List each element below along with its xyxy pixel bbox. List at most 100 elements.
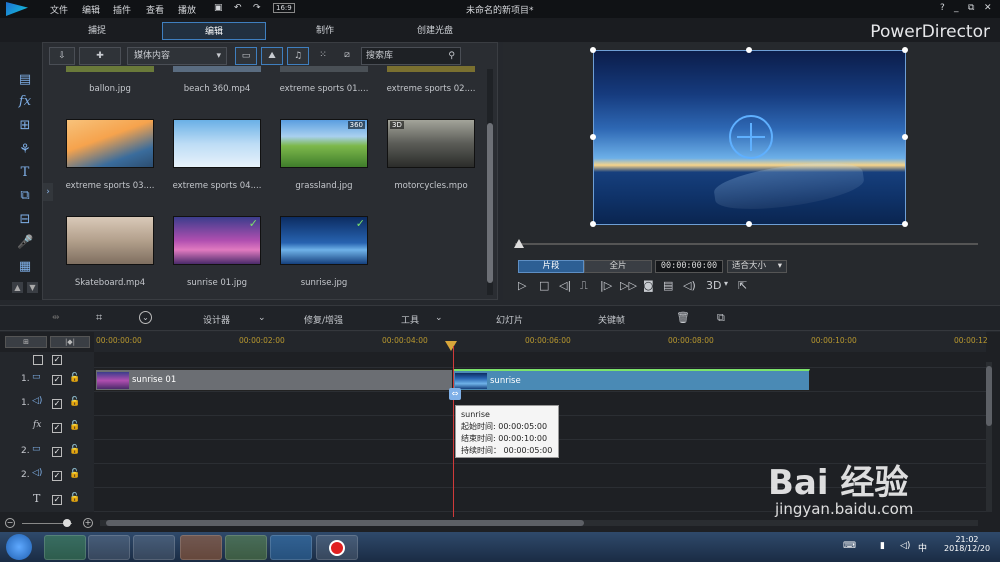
- thumb-grassland[interactable]: 360: [280, 119, 368, 168]
- timeline-hscroll[interactable]: [100, 520, 978, 526]
- minimize-button[interactable]: _: [954, 3, 959, 13]
- volume-tray-icon[interactable]: ◁): [900, 541, 910, 551]
- voiceover-room-icon[interactable]: 🎤: [17, 235, 33, 251]
- thumb-motorcycles[interactable]: 3D: [387, 119, 475, 168]
- track-select-checkbox[interactable]: [33, 355, 43, 365]
- rail-down-icon[interactable]: ▼: [27, 282, 38, 293]
- snapshot-icon[interactable]: ◙: [643, 279, 654, 292]
- taskbar-app-icon[interactable]: [225, 535, 267, 560]
- media-room-icon[interactable]: ▤: [17, 72, 33, 88]
- chevron-down-icon[interactable]: ▾: [724, 279, 728, 288]
- time-ruler[interactable]: 00:00:00:00 00:00:02:00 00:00:04:00 00:0…: [94, 332, 988, 352]
- thumb-skateboard[interactable]: [66, 216, 154, 265]
- 3d-toggle[interactable]: 3D: [706, 279, 721, 292]
- resize-handle-tl[interactable]: [590, 47, 596, 53]
- fx-room-icon[interactable]: fx: [17, 94, 33, 110]
- track-enable-checkbox[interactable]: ✓: [52, 471, 62, 481]
- volume-icon[interactable]: ◁): [683, 279, 696, 292]
- save-icon[interactable]: ▣: [214, 3, 223, 13]
- resize-handle-br[interactable]: [902, 221, 908, 227]
- input-method-icon[interactable]: 中: [918, 541, 927, 554]
- chevron-down-icon[interactable]: ⌄: [258, 313, 266, 323]
- track-enable-checkbox[interactable]: ✓: [52, 355, 62, 365]
- preview-video[interactable]: [593, 50, 906, 225]
- more-features-icon[interactable]: ⧉: [717, 311, 725, 325]
- chevron-down-icon[interactable]: ⌄: [435, 313, 443, 323]
- next-frame-icon[interactable]: |▷: [600, 279, 612, 292]
- taskbar-firefox-icon[interactable]: [180, 535, 222, 560]
- thumb-extreme-02[interactable]: [387, 66, 475, 72]
- lock-icon[interactable]: 🔓: [69, 373, 80, 383]
- lock-icon[interactable]: 🔓: [69, 445, 80, 455]
- tab-capture[interactable]: 捕捉: [62, 22, 132, 40]
- designer-menu[interactable]: 设计器: [203, 313, 230, 326]
- video-filter-icon[interactable]: ▭: [235, 47, 257, 65]
- tools-menu[interactable]: 工具: [401, 313, 419, 326]
- undo-icon[interactable]: ↶: [234, 3, 242, 13]
- redo-icon[interactable]: ↷: [253, 3, 261, 13]
- plugin-icon[interactable]: ✚: [79, 47, 121, 65]
- playhead-icon[interactable]: [445, 341, 457, 351]
- image-filter-icon[interactable]: ⛰: [261, 47, 283, 65]
- track-manager-icon[interactable]: ⊞: [5, 336, 47, 348]
- resize-handle-b[interactable]: [746, 221, 752, 227]
- fast-forward-icon[interactable]: ▷▷: [620, 279, 637, 292]
- subtitle-icon[interactable]: ▤: [663, 279, 673, 292]
- chapter-room-icon[interactable]: ▦: [17, 259, 33, 275]
- chevron-circle-icon[interactable]: ⌄: [139, 311, 152, 324]
- timeline-vscroll[interactable]: [986, 362, 992, 512]
- lock-icon[interactable]: 🔓: [69, 397, 80, 407]
- taskbar-360-icon[interactable]: [44, 535, 86, 560]
- zoom-slider-thumb[interactable]: [63, 519, 71, 527]
- thumb-beach-360[interactable]: [173, 66, 261, 72]
- play-icon[interactable]: ▷: [518, 279, 526, 292]
- thumb-sunrise-01[interactable]: ✓: [173, 216, 261, 265]
- resize-handle-r[interactable]: [902, 134, 908, 140]
- title-room-icon[interactable]: T: [17, 165, 33, 181]
- menu-edit[interactable]: 编辑: [82, 3, 100, 16]
- zoom-fit-dropdown[interactable]: 适合大小 ▾: [727, 260, 787, 273]
- fit-timeline-icon[interactable]: |◆|: [50, 336, 90, 348]
- audio-mixing-room-icon[interactable]: ⊟: [17, 212, 33, 228]
- add-overlay-icon[interactable]: [729, 115, 773, 159]
- track-enable-checkbox[interactable]: ✓: [52, 399, 62, 409]
- lock-icon[interactable]: 🔓: [69, 493, 80, 503]
- resize-handle-t[interactable]: [746, 47, 752, 53]
- menu-play[interactable]: 播放: [178, 3, 196, 16]
- audio-filter-icon[interactable]: ♫: [287, 47, 309, 65]
- thumb-sunrise[interactable]: ✓: [280, 216, 368, 265]
- track-enable-checkbox[interactable]: ✓: [52, 423, 62, 433]
- thumb-extreme-04[interactable]: [173, 119, 261, 168]
- taskbar-powerdirector-icon[interactable]: [270, 535, 312, 560]
- keyboard-icon[interactable]: ⌨: [843, 541, 856, 551]
- zoom-in-icon[interactable]: +: [83, 518, 93, 528]
- track-enable-checkbox[interactable]: ✓: [52, 375, 62, 385]
- clip-mode-button[interactable]: 片段: [518, 260, 584, 273]
- particle-room-icon[interactable]: ⚘: [17, 142, 33, 158]
- tab-create-disc[interactable]: 创建光盘: [395, 22, 475, 40]
- resize-handle-l[interactable]: [590, 134, 596, 140]
- track-enable-checkbox[interactable]: ✓: [52, 495, 62, 505]
- slideshow-button[interactable]: 幻灯片: [496, 313, 523, 326]
- crop-icon[interactable]: ⌗: [96, 311, 102, 325]
- track-enable-checkbox[interactable]: ✓: [52, 447, 62, 457]
- movie-mode-button[interactable]: 全片: [584, 260, 652, 273]
- clock[interactable]: 21:02 2018/12/20: [944, 535, 990, 553]
- restore-button[interactable]: ⧉: [968, 3, 974, 13]
- stop-icon[interactable]: □: [539, 279, 549, 292]
- resize-handle-bl[interactable]: [590, 221, 596, 227]
- grid-view-icon[interactable]: ⁙: [315, 47, 331, 65]
- expand-panel-icon[interactable]: ›: [43, 183, 53, 201]
- aspect-ratio-icon[interactable]: 16:9: [273, 3, 295, 13]
- menu-view[interactable]: 查看: [146, 3, 164, 16]
- fix-enhance-button[interactable]: 修复/增强: [304, 313, 343, 326]
- menu-file[interactable]: 文件: [50, 3, 68, 16]
- library-scroll-thumb[interactable]: [487, 123, 493, 283]
- lock-icon[interactable]: 🔓: [69, 469, 80, 479]
- library-scrollbar[interactable]: [487, 69, 493, 295]
- help-button[interactable]: ?: [940, 3, 945, 13]
- delete-icon[interactable]: 🗑: [676, 311, 690, 324]
- zoom-out-icon[interactable]: −: [5, 518, 15, 528]
- timeline-vscroll-thumb[interactable]: [986, 366, 992, 426]
- lock-icon[interactable]: 🔓: [69, 421, 80, 431]
